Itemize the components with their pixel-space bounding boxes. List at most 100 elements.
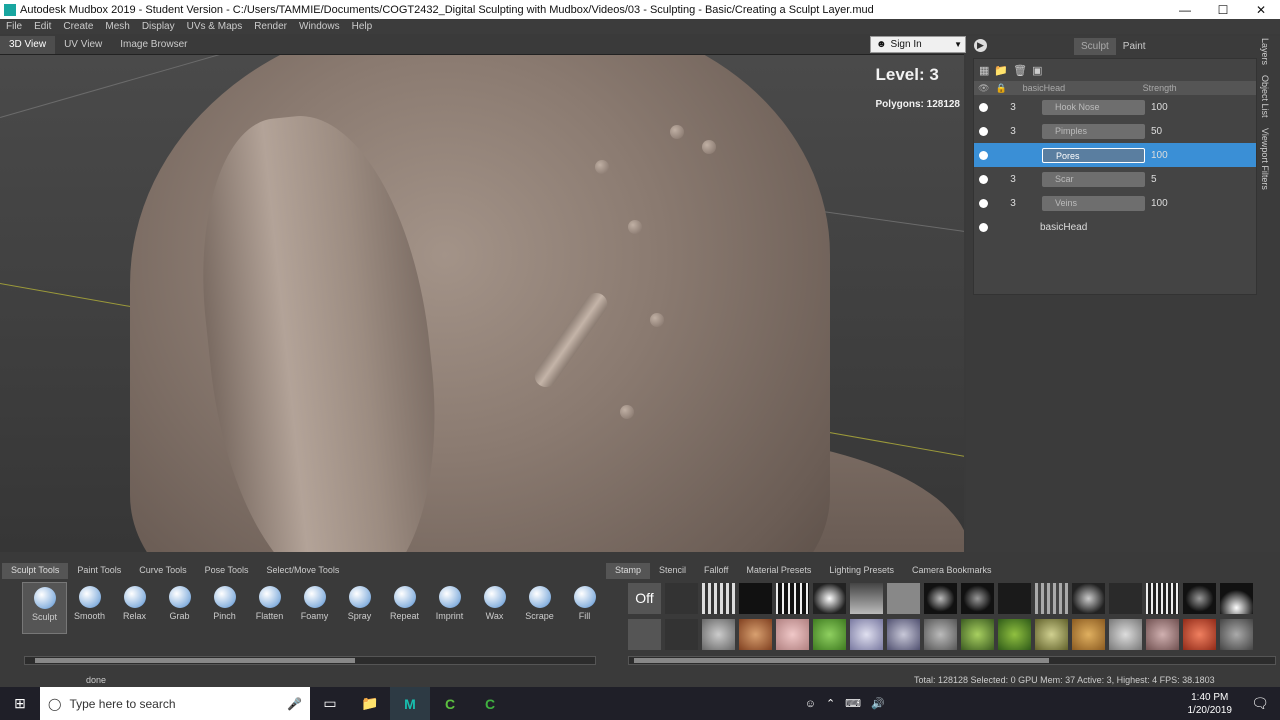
stamp-thumbnail[interactable]	[887, 619, 920, 650]
layer-name[interactable]: Hook Nose	[1042, 99, 1145, 115]
network-icon[interactable]: ⌨	[845, 697, 861, 710]
stamp-thumbnail[interactable]	[702, 619, 735, 650]
layer-name[interactable]: Veins	[1042, 195, 1145, 211]
eye-icon[interactable]: 👁	[978, 83, 989, 94]
3d-viewport[interactable]: Level: 3 Polygons: 128128	[0, 54, 964, 552]
tab-falloff[interactable]: Falloff	[695, 563, 737, 579]
stamp-scrollbar[interactable]	[628, 656, 1276, 665]
stamp-thumbnail[interactable]	[961, 583, 994, 614]
tool-relax[interactable]: Relax	[112, 582, 157, 634]
stamp-thumbnail[interactable]	[1146, 583, 1179, 614]
tool-wax[interactable]: Wax	[472, 582, 517, 634]
layer-row-veins[interactable]: 3 Veins 100	[974, 191, 1256, 215]
visibility-toggle[interactable]	[979, 222, 988, 232]
taskbar-search[interactable]: ◯ Type here to search 🎤	[40, 687, 310, 720]
tab-stamp[interactable]: Stamp	[606, 563, 651, 579]
layer-name[interactable]: Pimples	[1042, 123, 1145, 139]
tool-sculpt[interactable]: Sculpt	[22, 582, 67, 634]
tool-spray[interactable]: Spray	[337, 582, 382, 634]
tab-material-presets[interactable]: Material Presets	[737, 563, 820, 579]
tab-3d-view[interactable]: 3D View	[0, 36, 56, 54]
file-explorer-icon[interactable]: 📁	[350, 687, 390, 720]
close-button[interactable]: ✕	[1242, 3, 1280, 17]
stamp-thumbnail[interactable]	[998, 619, 1031, 650]
lock-icon[interactable]: 🔒	[995, 83, 1006, 94]
stamp-thumbnail[interactable]	[1035, 583, 1068, 614]
tool-scrape[interactable]: Scrape	[517, 582, 562, 634]
menu-edit[interactable]: Edit	[28, 21, 57, 32]
chevron-up-icon[interactable]: ⌃	[826, 697, 835, 710]
tool-pinch[interactable]: Pinch	[202, 582, 247, 634]
layer-row-hook-nose[interactable]: 3 Hook Nose 100	[974, 95, 1256, 119]
stamp-thumbnail[interactable]	[924, 619, 957, 650]
taskbar-clock[interactable]: 1:40 PM 1/20/2019	[1179, 691, 1240, 717]
stamp-thumbnail[interactable]	[850, 583, 883, 614]
minimize-button[interactable]: —	[1166, 3, 1204, 17]
layer-name[interactable]: Pores	[1042, 147, 1145, 163]
stamp-thumbnail[interactable]	[813, 583, 846, 614]
new-layer-icon[interactable]: ▦	[979, 64, 989, 77]
sign-in-dropdown[interactable]: ☻ Sign In ▼	[870, 36, 966, 53]
stamp-thumbnail[interactable]	[1072, 583, 1105, 614]
volume-icon[interactable]: 🔊	[871, 697, 885, 710]
camtasia-recorder-icon[interactable]: C	[470, 687, 510, 720]
tool-smooth[interactable]: Smooth	[67, 582, 112, 634]
stamp-thumbnail[interactable]	[665, 619, 698, 650]
menu-uvs-maps[interactable]: UVs & Maps	[181, 21, 249, 32]
tool-repeat[interactable]: Repeat	[382, 582, 427, 634]
layer-row-scar[interactable]: 3 Scar 5	[974, 167, 1256, 191]
maximize-button[interactable]: ☐	[1204, 3, 1242, 17]
windows-start-icon[interactable]: ⊞	[0, 687, 40, 720]
tab-sculpt-tools[interactable]: Sculpt Tools	[2, 563, 69, 579]
tab-sculpt[interactable]: Sculpt	[1074, 38, 1116, 55]
tab-curve-tools[interactable]: Curve Tools	[130, 563, 195, 579]
layer-strength[interactable]: 100	[1151, 150, 1168, 161]
stamp-thumbnail[interactable]	[1109, 583, 1142, 614]
tool-grab[interactable]: Grab	[157, 582, 202, 634]
tab-lighting-presets[interactable]: Lighting Presets	[820, 563, 903, 579]
visibility-toggle[interactable]	[979, 198, 988, 208]
stamp-thumbnail[interactable]	[1220, 583, 1253, 614]
stamp-thumbnail[interactable]	[1183, 583, 1216, 614]
layer-options-icon[interactable]: ▣	[1032, 64, 1042, 77]
layer-strength[interactable]: 50	[1151, 126, 1162, 137]
visibility-toggle[interactable]	[979, 150, 988, 160]
tab-uv-view[interactable]: UV View	[55, 36, 111, 54]
stamp-thumbnail[interactable]	[628, 619, 661, 650]
layer-strength[interactable]: 5	[1151, 174, 1157, 185]
mudbox-taskbar-icon[interactable]: M	[390, 687, 430, 720]
delete-icon[interactable]: 🗑	[1013, 64, 1027, 77]
stamp-thumbnail[interactable]	[1183, 619, 1216, 650]
stamp-thumbnail[interactable]	[924, 583, 957, 614]
tab-pose-tools[interactable]: Pose Tools	[196, 563, 258, 579]
menu-mesh[interactable]: Mesh	[99, 21, 135, 32]
tab-select-move-tools[interactable]: Select/Move Tools	[257, 563, 348, 579]
stamp-off-button[interactable]: Off	[628, 583, 661, 614]
menu-render[interactable]: Render	[248, 21, 293, 32]
layer-row-base-mesh[interactable]: basicHead	[974, 215, 1256, 239]
tool-shelf-scrollbar[interactable]	[24, 656, 596, 665]
layer-strength[interactable]: 100	[1151, 198, 1168, 209]
tab-stencil[interactable]: Stencil	[650, 563, 695, 579]
camtasia-icon[interactable]: C	[430, 687, 470, 720]
tab-paint-tools[interactable]: Paint Tools	[68, 563, 130, 579]
menu-help[interactable]: Help	[346, 21, 379, 32]
task-view-icon[interactable]: ▭	[310, 687, 350, 720]
stamp-thumbnail[interactable]	[739, 583, 772, 614]
menu-file[interactable]: File	[0, 21, 28, 32]
visibility-toggle[interactable]	[979, 126, 988, 136]
stamp-thumbnail[interactable]	[1109, 619, 1142, 650]
menu-create[interactable]: Create	[57, 21, 99, 32]
menu-display[interactable]: Display	[136, 21, 181, 32]
stamp-thumbnail[interactable]	[998, 583, 1031, 614]
visibility-toggle[interactable]	[979, 102, 988, 112]
chevron-right-icon[interactable]: ▶	[974, 39, 987, 52]
stamp-thumbnail[interactable]	[776, 619, 809, 650]
layer-row-pores[interactable]: Pores 100	[974, 143, 1256, 167]
menu-windows[interactable]: Windows	[293, 21, 346, 32]
stamp-thumbnail[interactable]	[776, 583, 809, 614]
stamp-thumbnail[interactable]	[702, 583, 735, 614]
stamp-thumbnail[interactable]	[1035, 619, 1068, 650]
tab-paint[interactable]: Paint	[1116, 38, 1153, 55]
layer-strength[interactable]: 100	[1151, 102, 1168, 113]
